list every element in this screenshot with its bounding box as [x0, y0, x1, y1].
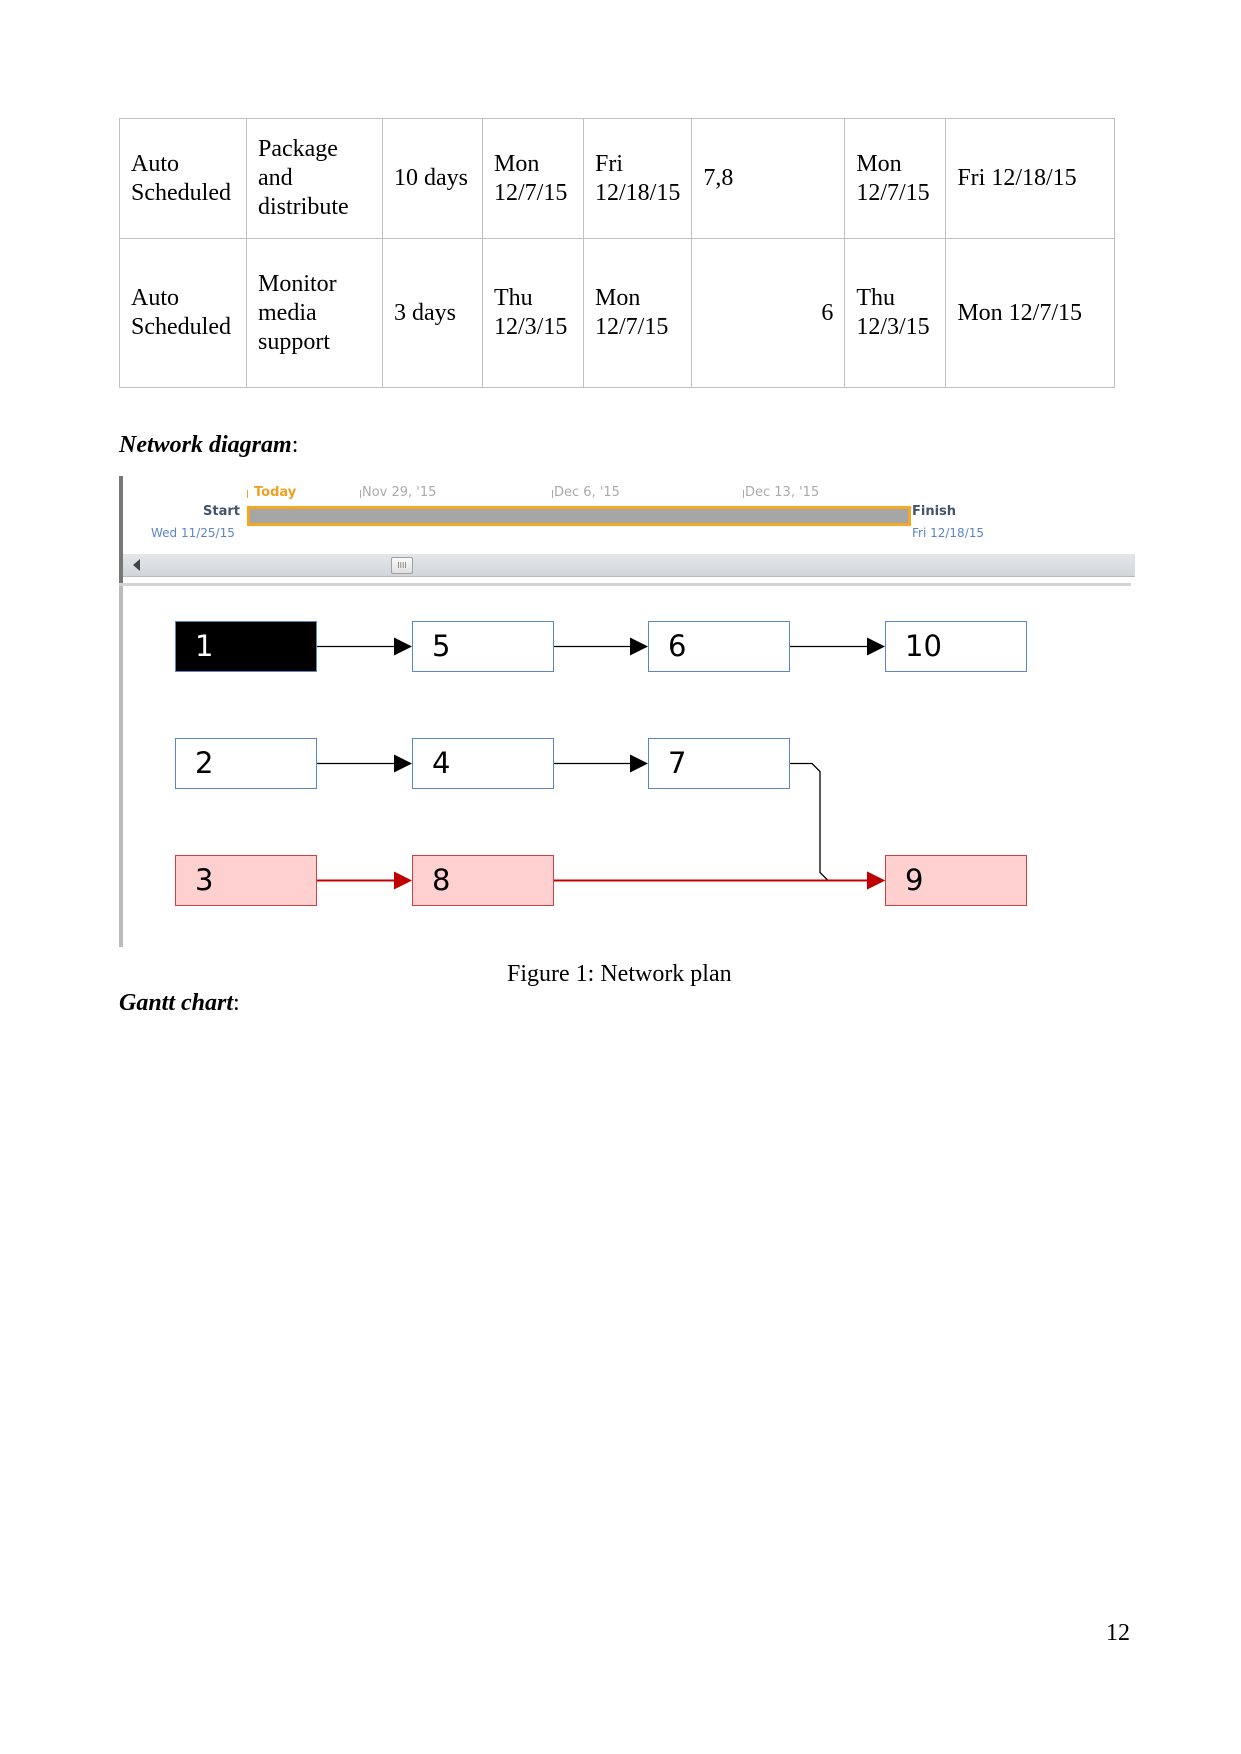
arrowhead-icon — [630, 637, 648, 656]
tick-label: Dec 13, '15 — [745, 485, 820, 500]
tick-mark — [360, 490, 361, 498]
cell-mode: Auto Scheduled — [119, 118, 247, 239]
today-label: Today — [254, 485, 297, 500]
cell-start: Mon 12/7/15 — [482, 118, 584, 239]
heading-text: Gantt chart — [119, 990, 234, 1016]
cell-baseline-finish: Fri 12/18/15 — [945, 118, 1115, 239]
heading-colon: : — [233, 990, 240, 1016]
cell-finish: Mon 12/7/15 — [582, 238, 693, 388]
cell-predecessors: 6 — [691, 238, 846, 388]
tick-label: Nov 29, '15 — [362, 485, 437, 500]
arrowhead-icon — [867, 871, 885, 890]
tick-label: Dec 6, '15 — [554, 485, 620, 500]
network-node-10[interactable]: 10 — [885, 621, 1027, 672]
gantt-chart-heading: Gantt chart: — [119, 990, 240, 1017]
cell-task-name: Package and distribute — [246, 118, 383, 239]
cell-predecessors: 7,8 — [691, 118, 846, 239]
tick-mark — [552, 490, 553, 498]
arrowhead-icon — [394, 871, 412, 890]
network-node-8[interactable]: 8 — [412, 855, 554, 906]
arrowhead-icon — [867, 637, 885, 656]
network-diagram-heading: Network diagram: — [119, 432, 298, 459]
network-node-3[interactable]: 3 — [175, 855, 317, 906]
finish-date: Fri 12/18/15 — [912, 526, 985, 540]
link-7-9 — [790, 762, 869, 882]
arrowhead-icon — [630, 754, 648, 773]
network-node-1[interactable]: 1 — [175, 621, 317, 672]
heading-text: Network diagram — [119, 432, 292, 458]
cell-finish: Fri 12/18/15 — [582, 118, 693, 239]
cell-duration: 3 days — [382, 238, 483, 388]
task-table: Auto Scheduled Package and distribute 10… — [119, 118, 1115, 388]
arrowhead-icon — [394, 754, 412, 773]
cell-mode: Auto Scheduled — [119, 238, 247, 388]
cell-baseline-finish: Mon 12/7/15 — [945, 238, 1115, 388]
tick-mark — [743, 490, 744, 498]
network-node-7[interactable]: 7 — [648, 738, 790, 789]
table-row: Auto Scheduled Package and distribute 10… — [119, 118, 1115, 239]
table-row: Auto Scheduled Monitor media support 3 d… — [119, 238, 1115, 388]
timeline-bar[interactable] — [247, 506, 911, 526]
page-number: 12 — [1106, 1620, 1130, 1646]
arrowhead-icon — [394, 637, 412, 656]
network-node-6[interactable]: 6 — [648, 621, 790, 672]
today-tick — [247, 490, 248, 498]
network-diagram-view: Today Nov 29, '15 Dec 6, '15 Dec 13, '15… — [119, 476, 1135, 947]
cell-start: Thu 12/3/15 — [482, 238, 584, 388]
figure-caption: Figure 1: Network plan — [507, 961, 732, 987]
cell-duration: 10 days — [382, 118, 483, 239]
scroll-thumb[interactable]: IIII — [391, 557, 413, 574]
horizontal-scrollbar[interactable]: IIII — [123, 554, 1135, 577]
network-node-2[interactable]: 2 — [175, 738, 317, 789]
start-date: Wed 11/25/15 — [151, 526, 235, 540]
network-node-9[interactable]: 9 — [885, 855, 1027, 906]
network-node-4[interactable]: 4 — [412, 738, 554, 789]
heading-colon: : — [291, 432, 299, 458]
start-label: Start — [203, 504, 240, 519]
finish-label: Finish — [912, 504, 957, 519]
network-node-5[interactable]: 5 — [412, 621, 554, 672]
cell-baseline-start: Mon 12/7/15 — [844, 118, 947, 239]
cell-task-name: Monitor media support — [246, 238, 383, 388]
cell-baseline-start: Thu 12/3/15 — [844, 238, 947, 388]
timeline: Today Nov 29, '15 Dec 6, '15 Dec 13, '15… — [119, 476, 1135, 584]
network-canvas: 1 5 6 10 2 4 7 3 8 9 — [119, 586, 1131, 947]
scroll-left-arrow-icon[interactable] — [133, 559, 140, 571]
